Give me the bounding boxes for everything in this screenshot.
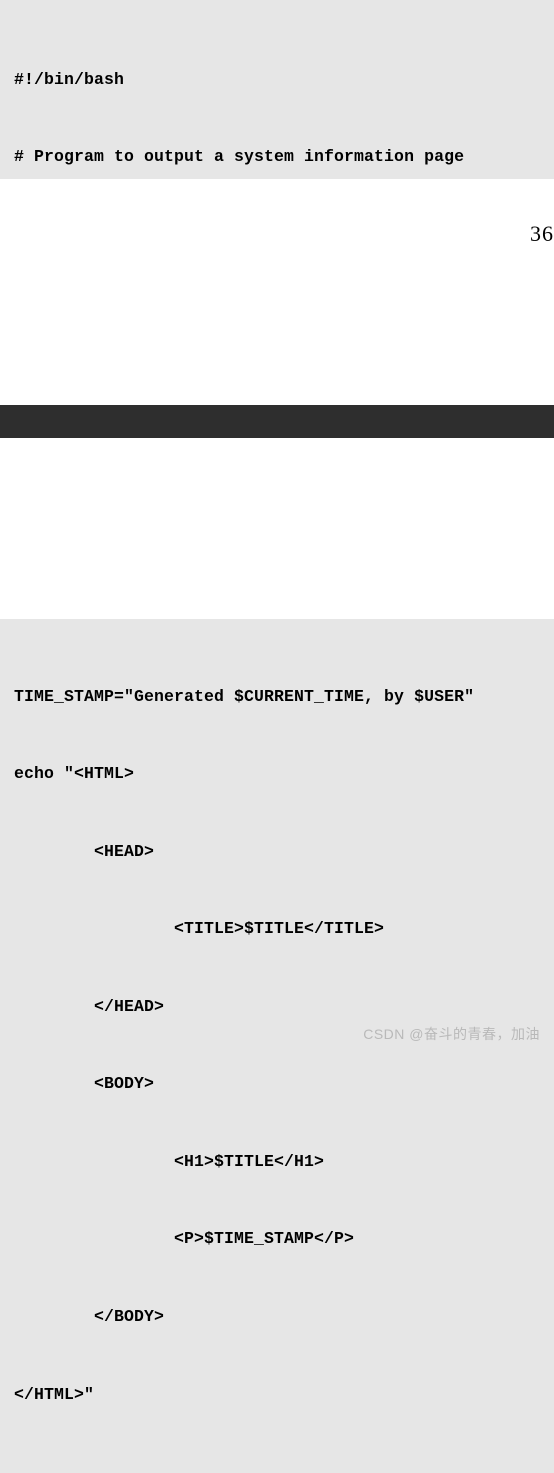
page-number: 36 — [530, 221, 554, 247]
code-line: <HEAD> — [14, 833, 540, 872]
code-line: </HEAD> — [14, 988, 540, 1027]
code-line: # Program to output a system information… — [14, 138, 540, 177]
code-block-top: #!/bin/bash # Program to output a system… — [0, 0, 554, 179]
code-line: <P>$TIME_STAMP</P> — [14, 1220, 540, 1259]
code-line: </HTML>" — [14, 1376, 540, 1415]
code-line: TIME_STAMP="Generated $CURRENT_TIME, by … — [14, 678, 540, 717]
code-block-bottom: TIME_STAMP="Generated $CURRENT_TIME, by … — [0, 619, 554, 1473]
code-line: echo "<HTML> — [14, 755, 540, 794]
white-gap — [0, 438, 554, 619]
watermark: CSDN @奋斗的青春，加油 — [363, 1024, 540, 1044]
code-line: <BODY> — [14, 1065, 540, 1104]
divider-bar — [0, 405, 554, 438]
code-line: #!/bin/bash — [14, 61, 540, 100]
code-line: <H1>$TITLE</H1> — [14, 1143, 540, 1182]
code-line: </BODY> — [14, 1298, 540, 1337]
page-number-area: 36 — [0, 179, 554, 405]
code-line: <TITLE>$TITLE</TITLE> — [14, 910, 540, 949]
